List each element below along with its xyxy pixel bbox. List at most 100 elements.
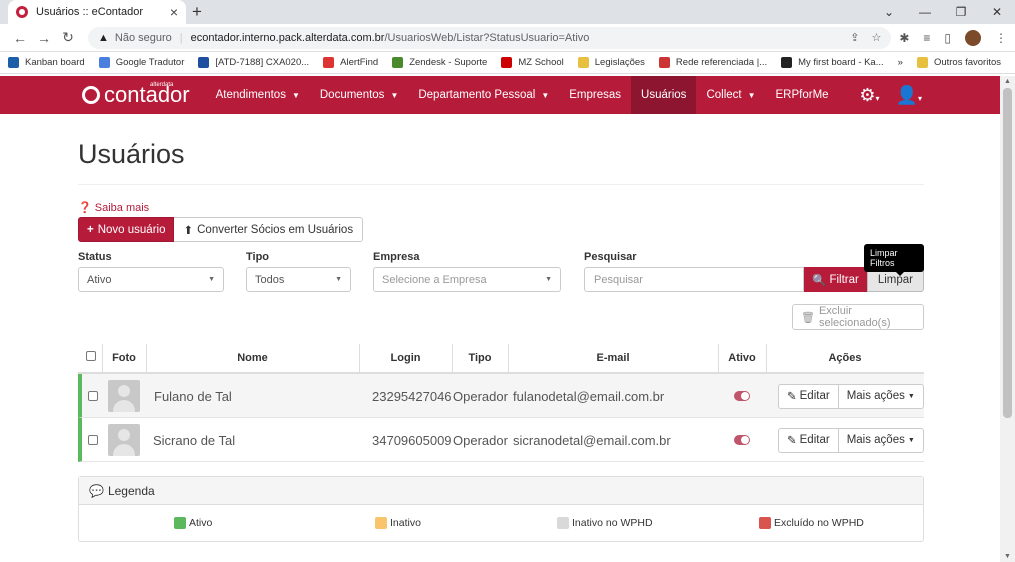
- bookmarks-overflow-button[interactable]: »: [898, 57, 903, 68]
- reload-icon[interactable]: ↻: [56, 29, 80, 46]
- profile-avatar[interactable]: [965, 29, 981, 46]
- limpar-filtros-tooltip: Limpar Filtros: [864, 244, 924, 276]
- ativo-toggle[interactable]: [734, 435, 750, 445]
- menu-atendimentos[interactable]: Atendimentos ▼: [206, 76, 310, 114]
- bookmark-item[interactable]: My first board - Ka...: [781, 57, 884, 68]
- bookmark-star-icon[interactable]: ☆: [871, 31, 881, 44]
- close-tab-icon[interactable]: ×: [170, 4, 178, 20]
- col-tipo[interactable]: Tipo: [452, 352, 508, 364]
- col-acoes: Ações: [828, 352, 862, 364]
- tab-search-icon[interactable]: ⌄: [871, 0, 907, 24]
- econtador-logo[interactable]: contador alterdata: [82, 82, 190, 108]
- user-name: Sicrano de Tal: [153, 432, 236, 448]
- bookmark-favicon-icon: [781, 57, 793, 68]
- user-tipo: Operador: [453, 432, 508, 448]
- browser-menu-icon[interactable]: ⋮: [995, 31, 1007, 45]
- dropdown-arrow-icon: ▼: [335, 276, 342, 283]
- bookmark-item[interactable]: Google Tradutor: [98, 57, 184, 68]
- users-table: Foto Nome Login Tipo E-mail Ativo Ações …: [78, 344, 924, 462]
- user-tipo: Operador: [453, 388, 508, 404]
- trash-icon: 🗑: [801, 311, 815, 324]
- bookmark-favicon-icon: [8, 57, 19, 68]
- side-panel-icon[interactable]: ▯: [944, 31, 951, 45]
- filters-row: Status Ativo ▼ Tipo Todos ▼ Empresa Seleci…: [78, 251, 924, 295]
- search-icon: 🔍: [812, 274, 827, 287]
- menu-documentos[interactable]: Documentos ▼: [310, 76, 408, 114]
- menu-departamento-pessoal[interactable]: Departamento Pessoal ▼: [408, 76, 559, 114]
- user-login: 34709605009: [372, 432, 452, 448]
- share-icon[interactable]: ⇪: [850, 31, 859, 44]
- browser-tab-strip: Usuários :: eContador × + ⌄ — ❐ ✕: [0, 0, 1015, 24]
- restore-icon[interactable]: ❐: [943, 0, 979, 24]
- bookmark-item[interactable]: Zendesk - Suporte: [392, 57, 487, 68]
- col-ativo[interactable]: Ativo: [718, 352, 766, 364]
- menu-empresas[interactable]: Empresas: [559, 76, 631, 114]
- editar-button[interactable]: ✎ Editar: [778, 427, 839, 453]
- settings-gear-icon[interactable]: ⚙▾: [859, 85, 879, 106]
- converter-socios-button[interactable]: ⬆ Converter Sócios em Usuários: [174, 217, 364, 242]
- scroll-up-icon[interactable]: ▲: [1004, 78, 1011, 85]
- tipo-select[interactable]: Todos ▼: [246, 267, 351, 292]
- url-domain: econtador.interno.pack.alterdata.com.br: [190, 31, 385, 44]
- dropdown-arrow-icon: ▼: [545, 276, 552, 283]
- legend-item-ativo: Ativo: [174, 517, 212, 529]
- excluir-selecionados-button[interactable]: 🗑 Excluir selecionado(s): [792, 304, 924, 330]
- browser-tab[interactable]: Usuários :: eContador ×: [8, 0, 186, 24]
- bookmark-item[interactable]: AlertFind: [323, 57, 378, 68]
- bookmark-favicon-icon: [501, 57, 513, 68]
- upload-icon: ⬆: [183, 224, 194, 237]
- bookmark-item[interactable]: Kanban board: [8, 57, 85, 68]
- bookmarks-bar: Kanban board Google Tradutor [ATD-7188] …: [0, 52, 1015, 74]
- menu-erpforme[interactable]: ERPforMe: [766, 76, 839, 114]
- bookmark-item[interactable]: MZ School: [501, 57, 564, 68]
- select-all-checkbox[interactable]: [86, 351, 96, 361]
- legend-item-inativo-wphd: Inativo no WPHD: [557, 517, 653, 529]
- novo-usuario-button[interactable]: + Novo usuário: [78, 217, 175, 242]
- window-controls: ⌄ — ❐ ✕: [871, 0, 1015, 24]
- new-tab-button[interactable]: +: [192, 2, 202, 22]
- reading-list-icon[interactable]: ≡: [923, 31, 930, 45]
- url-path: /UsuariosWeb/Listar?StatusUsuario=Ativo: [384, 31, 590, 44]
- editar-button[interactable]: ✎ Editar: [778, 383, 839, 409]
- bookmark-item[interactable]: Rede referenciada |...: [658, 57, 767, 68]
- chevron-down-icon: ▼: [747, 90, 756, 100]
- col-login[interactable]: Login: [359, 352, 452, 364]
- filtrar-button[interactable]: 🔍 Filtrar: [804, 267, 867, 292]
- status-select[interactable]: Ativo ▼: [78, 267, 224, 292]
- empresa-select[interactable]: Selecione a Empresa ▼: [373, 267, 561, 292]
- legend-item-excluido-wphd: Excluído no WPHD: [759, 517, 864, 529]
- bookmark-item[interactable]: [ATD-7188] CXA020...: [198, 57, 309, 68]
- chevron-down-icon: ▼: [390, 90, 399, 100]
- warning-icon[interactable]: ▲: [98, 32, 109, 44]
- user-email: fulanodetal@email.com.br: [513, 388, 665, 404]
- legend-swatch: [375, 517, 387, 529]
- page-scrollbar[interactable]: ▲ ▼: [1000, 76, 1015, 562]
- row-checkbox[interactable]: [88, 391, 98, 401]
- mais-acoes-button[interactable]: Mais ações ▼: [838, 383, 924, 409]
- col-email[interactable]: E-mail: [508, 352, 718, 364]
- ativo-toggle[interactable]: [734, 391, 750, 401]
- legend-swatch: [759, 517, 771, 529]
- other-bookmarks[interactable]: Outros favoritos: [916, 57, 1001, 68]
- mais-acoes-button[interactable]: Mais ações ▼: [838, 427, 924, 453]
- scroll-down-icon[interactable]: ▼: [1004, 553, 1011, 560]
- minimize-icon[interactable]: —: [907, 0, 943, 24]
- scrollbar-thumb[interactable]: [1003, 88, 1012, 418]
- col-nome[interactable]: Nome: [146, 352, 359, 364]
- bookmark-favicon-icon: [658, 57, 670, 68]
- search-input[interactable]: Pesquisar: [584, 267, 805, 292]
- url-bar[interactable]: ▲ Não seguro | econtador.interno.pack.al…: [88, 26, 892, 49]
- menu-usuarios[interactable]: Usuários: [631, 76, 697, 114]
- user-email: sicranodetal@email.com.br: [513, 432, 671, 448]
- forward-icon[interactable]: →: [32, 30, 56, 46]
- saiba-mais-link[interactable]: ❓ Saiba mais: [78, 201, 924, 214]
- back-icon[interactable]: ←: [8, 30, 32, 46]
- close-window-icon[interactable]: ✕: [979, 0, 1015, 24]
- col-foto: Foto: [112, 352, 136, 364]
- row-checkbox[interactable]: [88, 435, 98, 445]
- extensions-icon[interactable]: ✱: [899, 31, 909, 45]
- bookmark-item[interactable]: Legislações: [577, 57, 645, 68]
- user-profile-icon[interactable]: 👤▾: [896, 85, 922, 106]
- question-circle-icon: ❓: [78, 202, 92, 214]
- menu-collect[interactable]: Collect ▼: [696, 76, 765, 114]
